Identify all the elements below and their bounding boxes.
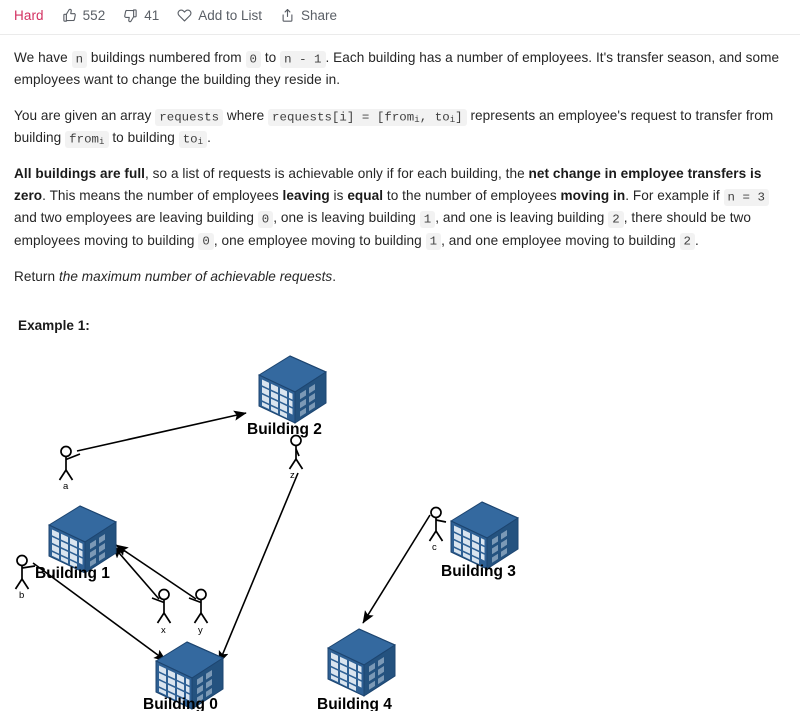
person-z-label: z <box>290 470 295 481</box>
share-button[interactable]: Share <box>280 8 337 23</box>
problem-description: We have n buildings numbered from 0 to n… <box>0 35 800 333</box>
code-zero: 0 <box>245 50 261 68</box>
p3-bold-4: equal <box>347 188 384 204</box>
building-1-group[interactable]: Building 1 <box>35 505 117 582</box>
code-b1-a: 1 <box>419 210 436 228</box>
p3-text-11: , and one employee moving to building <box>441 232 680 248</box>
code-n: n <box>71 50 88 68</box>
code-n-equals-3: n = 3 <box>723 188 769 206</box>
description-paragraph-3: All buildings are full, so a list of req… <box>14 163 782 251</box>
p2-text-5: . <box>207 130 211 146</box>
p3-text-7: , one is leaving building <box>273 210 420 226</box>
dislike-count: 41 <box>144 7 160 23</box>
building-1-label: Building 1 <box>35 565 110 582</box>
add-to-list-button[interactable]: Add to List <box>177 8 262 23</box>
code-requests-i-a: requests[i] = [from <box>272 110 415 125</box>
p3-bold-5: moving in <box>560 188 626 204</box>
building-2-group[interactable]: Building 2 <box>247 355 327 438</box>
p2-text-4: to building <box>108 130 179 146</box>
person-b-group[interactable]: b <box>14 554 36 601</box>
description-paragraph-1: We have n buildings numbered from 0 to n… <box>14 47 782 91</box>
person-a-group[interactable]: a <box>58 445 81 492</box>
arrow-a-to-building-2 <box>76 410 247 452</box>
description-paragraph-2: You are given an array requests where re… <box>14 105 782 149</box>
p3-bold-1: All buildings are full <box>14 166 146 182</box>
p4-emphasis: the maximum number of achievable request… <box>58 268 333 284</box>
like-count: 552 <box>82 7 106 23</box>
difficulty-badge: Hard <box>14 7 44 23</box>
description-paragraph-4: Return the maximum number of achievable … <box>14 266 782 288</box>
person-x-label: x <box>161 625 166 636</box>
code-n-minus-1: n - 1 <box>280 50 326 68</box>
code-requests-i-c: ] <box>455 110 463 125</box>
code-from-i-a: from <box>69 132 100 147</box>
building-3-group[interactable]: Building 3 <box>441 501 519 580</box>
p3-text-3: is <box>329 188 348 204</box>
thumbs-down-icon <box>123 8 138 23</box>
problem-meta-bar: Hard 552 41 Add to List Share <box>0 0 800 34</box>
p4-text-2: . <box>332 268 337 284</box>
person-x-group[interactable]: x <box>151 588 172 636</box>
code-requests-i: requests[i] = [fromi, toi] <box>268 108 467 126</box>
p3-text-10: , one employee moving to building <box>213 232 426 248</box>
code-to-i-sub: i <box>197 137 204 148</box>
person-a-label: a <box>63 481 69 492</box>
code-b0-a: 0 <box>257 210 274 228</box>
p3-text-5: . For example if <box>625 188 724 204</box>
building-4-group[interactable]: Building 4 <box>317 628 396 711</box>
code-requests-i-sub1: i <box>414 115 420 126</box>
code-b0-b: 0 <box>198 233 214 250</box>
code-to-i: toi <box>178 130 208 148</box>
arrow-x-to-building-1 <box>112 545 160 600</box>
code-from-i: fromi <box>65 130 109 148</box>
building-4-label: Building 4 <box>317 696 392 711</box>
p2-text-1: You are given an array <box>14 108 156 124</box>
p3-text-1: , so a list of requests is achievable on… <box>145 166 529 182</box>
heart-icon <box>177 8 192 23</box>
code-requests-i-b: , to <box>419 110 450 125</box>
example-1-diagram: Building 2 Building 1 Building 3 Buildin… <box>0 341 800 711</box>
p3-text-2: . This means the number of employees <box>42 188 283 204</box>
building-3-label: Building 3 <box>441 563 516 580</box>
example-1-heading: Example 1: <box>18 317 90 333</box>
p3-bold-3: leaving <box>282 188 330 204</box>
person-y-label: y <box>198 625 203 636</box>
dislike-button[interactable]: 41 <box>123 8 159 23</box>
p1-text-2: buildings numbered from <box>87 50 246 65</box>
p3-text-6: and two employees are leaving building <box>14 210 258 226</box>
code-from-i-sub: i <box>99 137 105 148</box>
code-b2-a: 2 <box>608 210 624 228</box>
diagram-svg: Building 2 Building 1 Building 3 Buildin… <box>14 355 519 711</box>
p1-text-3: to <box>261 50 281 65</box>
building-2-label: Building 2 <box>247 421 322 438</box>
code-requests-i-sub2: i <box>449 115 456 126</box>
add-to-list-label: Add to List <box>198 7 263 23</box>
code-requests: requests <box>155 108 224 126</box>
person-b-label: b <box>19 590 24 601</box>
p4-text-1: Return <box>14 268 59 284</box>
arrow-c-to-building-4 <box>362 514 431 624</box>
code-to-i-a: to <box>182 132 198 147</box>
code-b1-b: 1 <box>425 233 442 250</box>
person-c-label: c <box>432 542 437 553</box>
building-0-label: Building 0 <box>143 696 218 711</box>
p3-text-4: to the number of employees <box>383 188 561 204</box>
share-label: Share <box>301 7 338 23</box>
thumbs-up-icon <box>62 8 77 23</box>
p2-text-2: where <box>223 108 269 124</box>
arrow-y-to-building-1 <box>115 543 197 600</box>
p1-text-1: We have <box>14 50 72 65</box>
arrow-z-to-building-0 <box>218 472 299 664</box>
p3-text-8: , and one is leaving building <box>435 210 609 226</box>
share-icon <box>280 8 295 23</box>
like-button[interactable]: 552 <box>62 7 106 23</box>
person-z-group[interactable]: z <box>288 434 304 481</box>
p3-text-12: . <box>695 232 699 248</box>
code-b2-b: 2 <box>679 233 696 250</box>
person-c-group[interactable]: c <box>428 506 447 553</box>
